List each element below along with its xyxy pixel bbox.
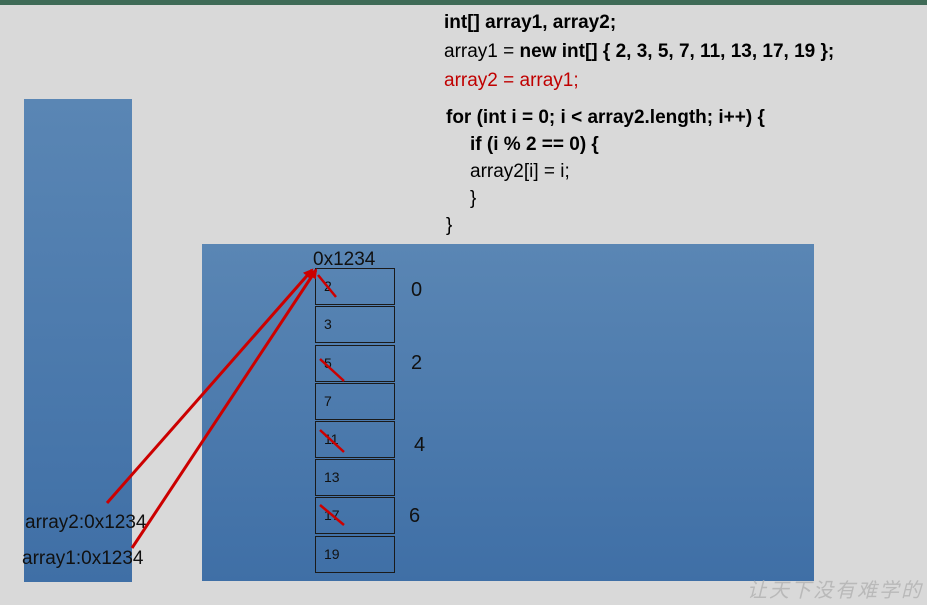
- heap-region: [202, 244, 814, 581]
- index-label: 0: [411, 279, 423, 301]
- array-cell: 19: [315, 536, 395, 573]
- array-cell: 5: [315, 345, 395, 382]
- array-cell: 3: [315, 306, 395, 343]
- code-line-4: for (int i = 0; i < array2.length; i++) …: [446, 107, 765, 128]
- stack-region: [24, 99, 132, 582]
- code-line-5: if (i % 2 == 0) {: [470, 134, 599, 155]
- cell-value: 3: [324, 316, 332, 332]
- cell-value: 2: [324, 278, 332, 294]
- top-bar: [0, 0, 927, 5]
- cell-value: 11: [324, 431, 339, 447]
- cell-value: 19: [324, 546, 340, 562]
- index-label: 6: [409, 505, 421, 527]
- array-cell: 7: [315, 383, 395, 420]
- array2-reference: array2:0x1234: [25, 512, 147, 533]
- watermark: 让天下没有难学的: [747, 578, 923, 602]
- array-cell: 2: [315, 268, 395, 305]
- array-cell: 11: [315, 421, 395, 458]
- code-line-7: }: [470, 188, 477, 209]
- code-line-2-assign: array1 =: [444, 41, 520, 62]
- index-label: 4: [414, 434, 426, 456]
- code-line-2: array1 = new int[] { 2, 3, 5, 7, 11, 13,…: [444, 37, 834, 66]
- array-cell: 13: [315, 459, 395, 496]
- index-label: 2: [411, 352, 423, 374]
- array-cell: 17: [315, 497, 395, 534]
- code-line-8: }: [446, 215, 453, 236]
- code-line-6: array2[i] = i;: [470, 161, 570, 182]
- code-line-2-new: new int[] { 2, 3, 5, 7, 11, 13, 17, 19 }…: [519, 41, 835, 62]
- code-line-1: int[] array1, array2;: [444, 12, 617, 33]
- array-box: 2 3 5 7 11 13 17 19: [315, 268, 395, 574]
- array1-reference: array1:0x1234: [22, 548, 144, 569]
- cell-value: 13: [324, 469, 340, 485]
- cell-value: 7: [324, 393, 332, 409]
- cell-value: 17: [324, 507, 340, 523]
- cell-value: 5: [324, 355, 332, 371]
- code-line-3: array2 = array1;: [444, 70, 579, 91]
